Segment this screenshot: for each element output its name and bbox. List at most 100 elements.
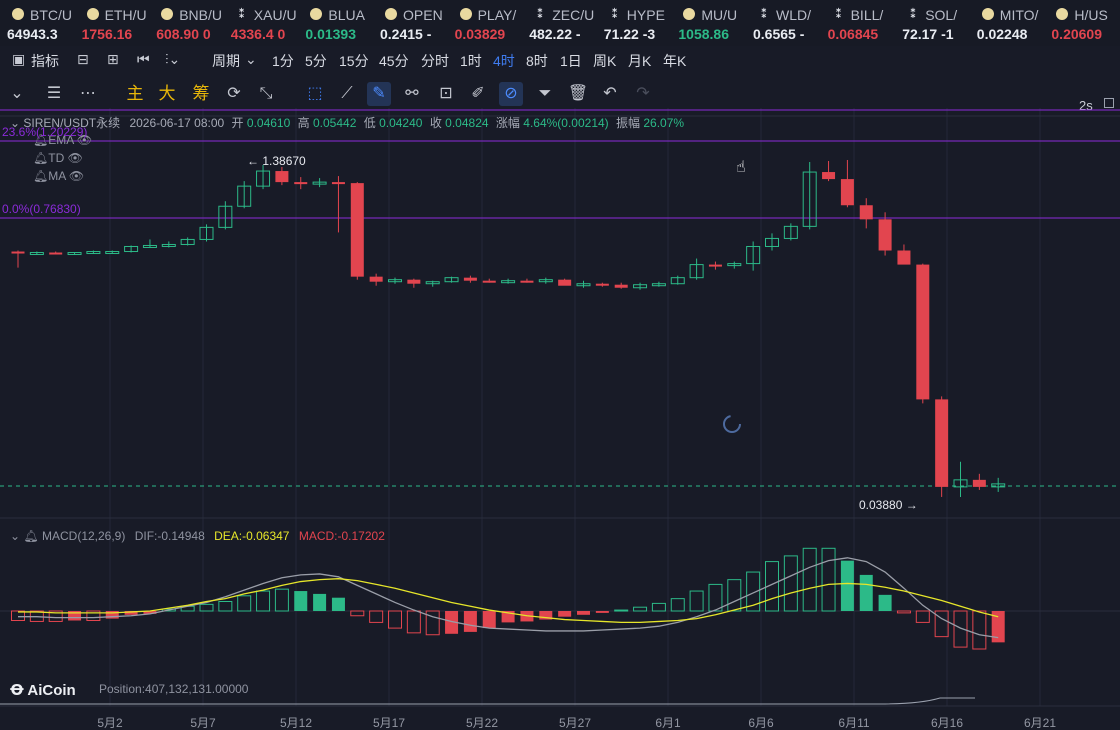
pattern-icon[interactable]: ⚯ (400, 82, 424, 106)
ticker-price: 64943.3 (7, 26, 58, 42)
candle-body (407, 279, 421, 284)
x-tick-label: 5月7 (190, 716, 216, 730)
candle-type-icon[interactable]: ⫶⌄ (165, 51, 180, 68)
macd-bar (651, 602, 666, 612)
interval-10[interactable]: 月K (628, 51, 651, 71)
x-tick-label: 5月27 (559, 716, 591, 730)
magnet-icon[interactable]: ⊘ (499, 82, 523, 106)
replay-icon[interactable]: ⟳ (222, 82, 246, 106)
interval-7[interactable]: 8时 (526, 51, 548, 71)
ticker-symbol: ETH/U (104, 7, 147, 23)
ticker-item[interactable]: BTC/U 64943.3 (4, 0, 79, 46)
interval-11[interactable]: 年K (663, 51, 686, 71)
big-order-button[interactable]: 大 (155, 82, 179, 106)
interval-9[interactable]: 周K (593, 51, 616, 71)
interval-5[interactable]: 1时 (460, 51, 482, 71)
trash-icon[interactable]: 🗑 (566, 82, 590, 106)
interval-0[interactable]: 1分 (272, 51, 294, 71)
ticker-item[interactable]: ETH/U 1756.16 (79, 0, 154, 46)
macd-collapse-icon[interactable]: ⌄ (10, 529, 20, 543)
ticker-item[interactable]: ⁑ XAU/U 4336.4 0 (228, 0, 303, 46)
ticker-price: 71.22 -3 (603, 26, 656, 42)
macd-bar (878, 594, 892, 611)
candle-body (935, 399, 949, 487)
chip-distribution-button[interactable]: 筹 (189, 82, 213, 106)
interval-3[interactable]: 45分 (379, 51, 409, 71)
ticker-price: 608.90 0 (156, 26, 211, 42)
hand-cursor-icon: ☝ (736, 159, 746, 176)
menu-icon[interactable]: ☰ (42, 82, 66, 106)
macd-info-line: ⌄ 🔔︎ MACD(12,26,9) DIF:-0.14948 DEA:-0.0… (10, 529, 385, 543)
low-value: 0.04240 (379, 116, 423, 130)
coin-icon (86, 8, 99, 20)
chevron-down-icon[interactable]: ⌄ (245, 51, 257, 68)
undo-icon[interactable]: ↶ (598, 82, 622, 106)
ticker-item[interactable]: ⁑ SOL/72.17 -1 (899, 0, 974, 46)
filter-icon[interactable]: ⏷ (533, 82, 557, 106)
ruler-icon[interactable]: ⟋ (335, 82, 359, 106)
ticker-item[interactable]: MITO/0.02248 (974, 0, 1049, 46)
macd-bar (577, 611, 590, 615)
pair-icon: ⁑ (537, 7, 544, 21)
calendar-icon[interactable]: ⊟ (77, 51, 89, 68)
position-readout: Position:407,132,131.00000 (99, 682, 249, 696)
x-tick-label: 6月6 (748, 716, 774, 730)
ticker-item[interactable]: H/US 0.20609 (1048, 0, 1120, 46)
interval-1[interactable]: 5分 (305, 51, 327, 71)
macd-alert-icon[interactable]: 🔔︎ (23, 529, 38, 543)
select-icon[interactable]: ⬚ (303, 82, 327, 106)
lock-icon[interactable]: ⊡ (434, 82, 458, 106)
pair-icon: ⁑ (760, 7, 768, 21)
macd-bar (614, 609, 629, 612)
bar-time: 2026-06-17 08:00 (129, 116, 225, 130)
pair-icon: ⁑ (910, 7, 917, 21)
ticker-item[interactable]: ⁑ WLD/0.6565 - (750, 0, 825, 46)
pen-icon[interactable]: ✎ (367, 82, 391, 106)
redo-icon[interactable]: ↷ (631, 82, 655, 106)
ticker-symbol: PLAY/ (477, 7, 517, 23)
ticker-item[interactable]: BLUA 0.01393 (302, 0, 377, 46)
ticker-item[interactable]: PLAY/0.03829 (452, 0, 527, 46)
interval-8[interactable]: 1日 (560, 51, 582, 71)
indicator-icon[interactable]: ▣ (12, 51, 25, 68)
ticker-item[interactable]: BNB/U 608.90 0 (153, 0, 228, 46)
dea-label: DEA: (214, 529, 243, 543)
clear-icon[interactable]: ⤡ (254, 82, 278, 106)
layout-icon[interactable]: ⊞ (107, 51, 119, 68)
candle-body (822, 172, 836, 180)
ticker-item[interactable]: ⁑ BILL/0.06845 (825, 0, 900, 46)
main-chart-button[interactable]: 主 (123, 82, 147, 106)
macd-bar (633, 606, 648, 612)
ticker-item[interactable]: OPEN 0.2415 - (377, 0, 452, 46)
interval-4[interactable]: 分时 (421, 51, 449, 71)
macd-bar (256, 590, 271, 612)
macd-bar (708, 583, 723, 612)
price-chart[interactable]: 5月2 5月7 5月12 5月17 5月22 5月27 6月1 6月6 6月11 6月16 6月21 (0, 108, 1120, 730)
high-marker: ← 1.38670 (247, 154, 306, 168)
indicator-ma[interactable]: 🔔︎MA 👁 (33, 169, 84, 183)
indicator-button[interactable]: 指标 (31, 51, 59, 71)
edit-template-icon[interactable]: ✐ (466, 82, 490, 106)
macd-value: -0.17202 (337, 529, 385, 543)
close-label: 收 (429, 116, 442, 130)
period-dropdown[interactable]: 周期 (212, 51, 240, 71)
x-tick-label: 6月1 (655, 716, 681, 730)
x-tick-label: 6月16 (931, 716, 963, 730)
ticker-item[interactable]: ⁑ ZEC/U 482.22 - (526, 0, 601, 46)
macd-bar (821, 547, 836, 612)
indicator-td[interactable]: 🔔︎TD 👁 (33, 151, 83, 165)
loading-spinner-icon (723, 415, 741, 433)
coin-icon (1056, 8, 1069, 20)
interval-6[interactable]: 4时 (493, 51, 515, 71)
ticker-symbol: WLD/ (776, 7, 811, 23)
more-icon[interactable]: ⋯ (76, 82, 100, 106)
fib-top-label: 23.6%(1.20229) (2, 125, 88, 139)
ticker-item[interactable]: ⁑ HYPE 71.22 -3 (601, 0, 676, 46)
ticker-item[interactable]: MU/U 1058.86 (675, 0, 750, 46)
rewind-icon[interactable]: ⏮ (137, 51, 150, 68)
interval-2[interactable]: 15分 (339, 51, 369, 71)
macd-bar (558, 611, 572, 617)
watermark-text: AiCoin (27, 682, 76, 699)
collapse-icon[interactable]: ⌄ (5, 82, 29, 106)
coin-icon (385, 8, 397, 20)
